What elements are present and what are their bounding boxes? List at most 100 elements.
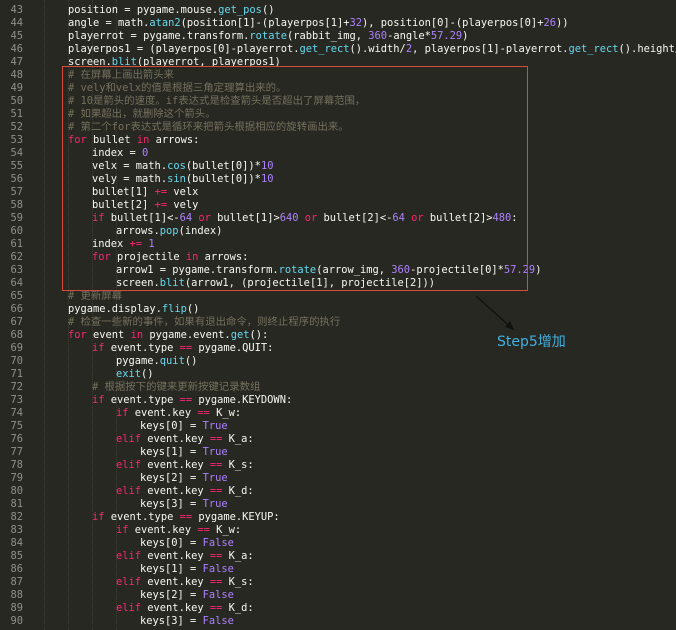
comment-token: # 检查一些新的事件，如果有退出命令，则终止程序的执行 (68, 316, 341, 328)
line-number: 69 (10, 342, 23, 354)
code-line[interactable]: 68 for event in pygame.event.get(): (0, 329, 676, 342)
line-number: 46 (10, 43, 23, 55)
code-text: elif event.key == K_s: (116, 576, 254, 589)
code-text: if event.type == pygame.KEYDOWN: (92, 394, 292, 407)
code-token: event.key (141, 550, 210, 562)
code-line[interactable]: 76 elif event.key == K_a: (0, 433, 676, 446)
code-line[interactable]: 78 elif event.key == K_s: (0, 459, 676, 472)
line-number: 81 (10, 498, 23, 510)
code-token: pygame.display. (68, 303, 162, 315)
code-token: ), position[0]-(playerpos[0]+ (362, 17, 544, 29)
line-number: 61 (10, 238, 23, 250)
code-token: (position[1]-(playerpos[1]+ (180, 17, 350, 29)
code-line[interactable]: 88 keys[2] = False (0, 589, 676, 602)
code-token: False (202, 537, 234, 549)
code-line[interactable]: 74 if event.key == K_w: (0, 407, 676, 420)
code-line[interactable]: 85 elif event.key == K_a: (0, 550, 676, 563)
code-token: pygame.KEYUP: (192, 511, 280, 523)
code-token: elif (116, 433, 142, 445)
code-token: K_w: (209, 407, 242, 419)
code-token: , playerpos[1]-playerrot. (412, 43, 569, 55)
code-text: exit() (116, 368, 154, 381)
line-number: 72 (10, 381, 23, 393)
code-token: position = pygame.mouse. (68, 4, 219, 16)
code-token: keys[1] = (140, 446, 203, 458)
code-token: == (209, 576, 223, 588)
code-token: playerrot = pygame.transform. (68, 30, 250, 42)
code-line[interactable]: 81 keys[3] = True (0, 498, 676, 511)
code-text: pygame.quit() (116, 355, 197, 368)
code-line[interactable]: 72 # 根据按下的键来更新按键记录数组 (0, 381, 676, 394)
code-line[interactable]: 44 angle = math.atan2(position[1]-(player… (0, 17, 676, 30)
code-text: keys[1] = False (140, 563, 234, 576)
code-token: get_rect (299, 43, 350, 55)
code-line[interactable]: 65 # 更新屏幕 (0, 290, 676, 303)
code-token: for (68, 329, 87, 341)
line-number: 89 (10, 602, 23, 614)
code-text: keys[0] = False (140, 537, 234, 550)
code-token: in (130, 329, 144, 341)
code-token: () (261, 4, 275, 16)
code-line[interactable]: 80 elif event.key == K_d: (0, 485, 676, 498)
code-token: K_a: (222, 433, 254, 445)
line-number: 84 (10, 537, 23, 549)
code-line[interactable]: 86 keys[1] = False (0, 563, 676, 576)
code-token: False (202, 615, 234, 627)
code-line[interactable]: 79 keys[2] = True (0, 472, 676, 485)
code-token: ().width/ (349, 43, 406, 55)
code-token: == (209, 433, 223, 445)
code-token: == (197, 524, 210, 536)
code-line[interactable]: 66 pygame.display.flip() (0, 303, 676, 316)
code-line[interactable]: 75 keys[0] = True (0, 420, 676, 433)
code-line[interactable]: 46 playerpos1 = (playerpos[0]-playerrot.g… (0, 43, 676, 56)
code-token: -angle* (387, 30, 431, 42)
code-line[interactable]: 84 keys[0] = False (0, 537, 676, 550)
code-line[interactable]: 43 position = pygame.mouse.get_pos() (0, 4, 676, 17)
code-token: event.type (104, 342, 180, 354)
code-token: K_s: (222, 576, 254, 588)
code-text: if event.type == pygame.KEYUP: (92, 511, 280, 524)
code-text: elif event.key == K_d: (116, 485, 254, 498)
code-token: event.key (128, 407, 198, 419)
code-line[interactable]: 67 # 检查一些新的事件，如果有退出命令，则终止程序的执行 (0, 316, 676, 329)
code-text: for event in pygame.event.get(): (68, 329, 268, 342)
line-number: 53 (10, 134, 23, 146)
code-line[interactable]: 69 if event.type == pygame.QUIT: (0, 342, 676, 355)
code-line[interactable]: 82 if event.type == pygame.KEYUP: (0, 511, 676, 524)
code-token: keys[2] = (140, 472, 203, 484)
code-token: elif (116, 576, 142, 588)
line-number: 83 (10, 524, 23, 536)
code-token: 57.29 (430, 30, 463, 42)
code-line[interactable]: 83 if event.key == K_w: (0, 524, 676, 537)
code-token: elif (116, 459, 142, 471)
line-number: 56 (10, 173, 23, 185)
code-text: if event.key == K_w: (116, 524, 241, 537)
code-line[interactable]: 73 if event.type == pygame.KEYDOWN: (0, 394, 676, 407)
line-number: 54 (10, 147, 23, 159)
line-number: 67 (10, 316, 23, 328)
code-line[interactable]: 71 exit() (0, 368, 676, 381)
code-text: playerrot = pygame.transform.rotate(rabb… (68, 30, 468, 43)
code-token: flip (161, 303, 187, 315)
line-number: 68 (10, 329, 23, 341)
code-token: rotate (249, 30, 287, 42)
code-token: event.type (104, 511, 180, 523)
code-token: () (184, 355, 198, 367)
code-text: elif event.key == K_d: (116, 602, 254, 615)
code-token: == (179, 394, 193, 406)
code-line[interactable]: 77 keys[1] = True (0, 446, 676, 459)
code-token: 32 (349, 17, 363, 29)
line-number: 45 (10, 30, 23, 42)
code-token: == (209, 485, 223, 497)
code-line[interactable]: 45 playerrot = pygame.transform.rotate(ra… (0, 30, 676, 43)
code-token: K_w: (209, 524, 242, 536)
code-line[interactable]: 87 elif event.key == K_s: (0, 576, 676, 589)
highlight-box (62, 66, 528, 291)
code-line[interactable]: 90 keys[3] = False (0, 615, 676, 628)
code-token: True (202, 446, 228, 458)
code-line[interactable]: 89 elif event.key == K_d: (0, 602, 676, 615)
code-text: elif event.key == K_a: (116, 550, 254, 563)
code-token: pygame.event. (143, 329, 231, 341)
code-line[interactable]: 70 pygame.quit() (0, 355, 676, 368)
code-token: ) (535, 264, 542, 276)
